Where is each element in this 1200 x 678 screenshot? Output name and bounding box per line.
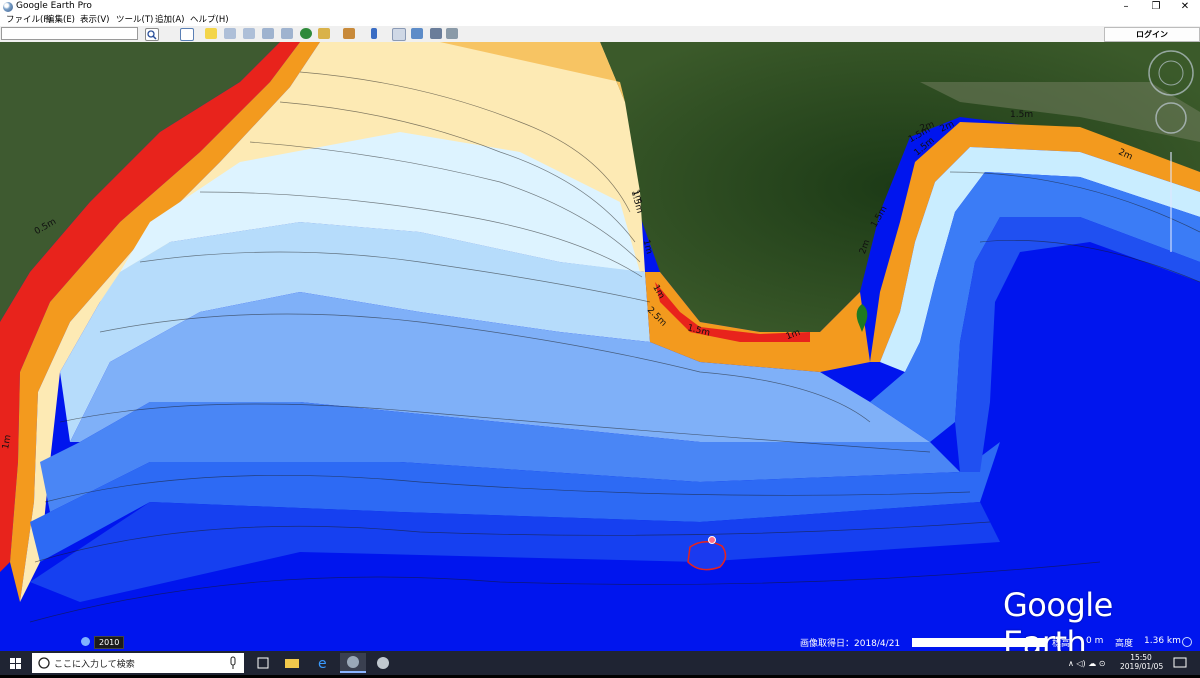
windows-logo-icon <box>10 658 21 669</box>
add-placemark-icon[interactable] <box>205 28 217 39</box>
minimize-button[interactable]: – <box>1111 0 1141 14</box>
search-input[interactable] <box>1 27 138 40</box>
notification-icon[interactable] <box>1170 653 1190 673</box>
svg-text:∧ ◁) ☁ ⊙: ∧ ◁) ☁ ⊙ <box>1068 659 1105 668</box>
add-path-icon[interactable] <box>243 28 255 39</box>
file-explorer-icon[interactable] <box>279 653 305 673</box>
edge-browser-icon[interactable]: e <box>310 653 336 673</box>
task-view-icon[interactable] <box>250 653 276 673</box>
close-button[interactable]: ✕ <box>1170 0 1200 14</box>
search-button[interactable] <box>145 28 159 41</box>
menu-tools[interactable]: ツール(T) <box>116 14 153 26</box>
clock-time: 15:50 <box>1130 653 1152 662</box>
add-polygon-icon[interactable] <box>224 28 236 39</box>
location-pin-icon <box>708 536 716 544</box>
elevation-value: 0 m <box>1086 636 1104 646</box>
record-tour-icon[interactable] <box>281 28 293 39</box>
view-in-maps-icon[interactable] <box>446 28 458 39</box>
search-icon <box>38 657 50 669</box>
system-tray-icons[interactable]: ∧ ◁) ☁ ⊙ <box>1066 653 1126 673</box>
menu-add[interactable]: 追加(A) <box>155 14 184 26</box>
clock-date: 2019/01/05 <box>1120 662 1164 671</box>
menu-view[interactable]: 表示(V) <box>80 14 109 26</box>
search-icon <box>147 30 157 40</box>
start-button[interactable] <box>0 651 32 675</box>
microphone-icon <box>230 656 236 669</box>
altitude-value: 1.36 km <box>1144 636 1181 646</box>
menu-file[interactable]: ファイル(F) <box>6 14 52 26</box>
menu-help[interactable]: ヘルプ(H) <box>190 14 229 26</box>
historical-imagery-clock-icon[interactable] <box>81 637 90 646</box>
island-outline <box>687 541 727 571</box>
taskbar-search-box[interactable]: ここに入力して検索 <box>32 653 244 673</box>
historical-imagery-icon[interactable] <box>300 28 312 39</box>
app-taskbar-icon[interactable] <box>370 653 396 673</box>
altitude-label: 高度 <box>1115 639 1134 649</box>
imagery-year-badge[interactable]: 2010 <box>94 636 125 649</box>
map-view[interactable]: 0.5m 1m 1.5m 1m 2m 1.5m 1m 2.5m 1.5m 1m … <box>0 42 1200 651</box>
depth-label: 1.5m <box>1010 110 1034 120</box>
title-bar: Google Earth Pro – ❐ ✕ <box>0 0 1200 14</box>
add-image-overlay-icon[interactable] <box>262 28 274 39</box>
imagery-date: 画像取得日：2018/4/21 <box>800 639 901 649</box>
maximize-button[interactable]: ❐ <box>1141 0 1171 14</box>
elevation-label: 標高 <box>1052 639 1071 649</box>
print-icon[interactable] <box>411 28 423 39</box>
email-icon[interactable] <box>392 28 406 41</box>
windows-taskbar: ここに入力して検索 e ∧ ◁) ☁ ⊙ 15:50 2019/01/05 <box>0 651 1200 675</box>
menu-bar: ファイル(F) 編集(E) 表示(V) ツール(T) 追加(A) ヘルプ(H) <box>0 14 1200 26</box>
ruler-icon[interactable] <box>371 28 377 39</box>
taskbar-clock[interactable]: 15:50 2019/01/05 <box>1120 653 1164 671</box>
window-title: Google Earth Pro <box>16 1 92 11</box>
sunlight-icon[interactable] <box>318 28 330 39</box>
scale-bar <box>912 638 1046 647</box>
login-button[interactable]: ログイン <box>1104 27 1200 42</box>
save-image-icon[interactable] <box>430 28 442 39</box>
google-earth-taskbar-icon[interactable] <box>340 653 366 673</box>
streaming-status-icon <box>1182 637 1192 647</box>
taskbar-search-placeholder: ここに入力して検索 <box>54 660 135 670</box>
sidebar-toggle-icon[interactable] <box>180 28 194 41</box>
people-icon[interactable] <box>1040 653 1056 673</box>
google-earth-app-icon <box>3 2 13 12</box>
menu-edit[interactable]: 編集(E) <box>46 14 75 26</box>
svg-text:e: e <box>318 656 327 672</box>
bathymetry-map <box>0 42 1200 651</box>
toolbar: ログイン <box>0 26 1200 43</box>
planets-icon[interactable] <box>343 28 355 39</box>
